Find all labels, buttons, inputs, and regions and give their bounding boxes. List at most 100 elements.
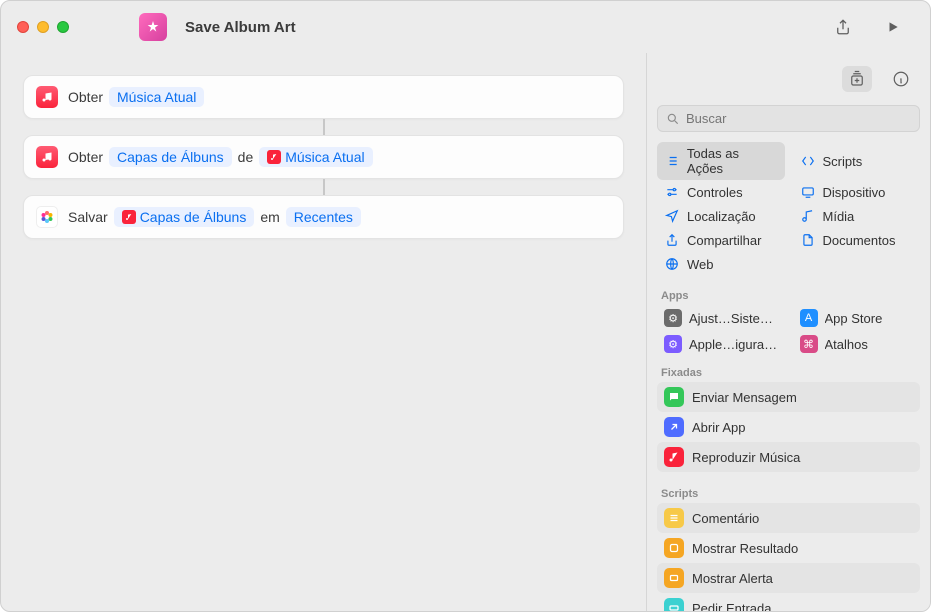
library-tab-button[interactable] <box>842 66 872 92</box>
connector <box>323 179 325 195</box>
titlebar: Save Album Art <box>1 1 930 53</box>
action-token[interactable]: Música Atual <box>259 147 372 167</box>
action-mid: de <box>238 149 254 165</box>
action-block[interactable]: Salvar Capas de Álbuns em Recentes <box>23 195 624 239</box>
category-device[interactable]: Dispositivo <box>793 180 921 204</box>
category-label: Web <box>687 257 714 272</box>
workflow-canvas[interactable]: Obter Música Atual Obter Capas de Álbuns… <box>1 53 646 611</box>
category-location[interactable]: Localização <box>657 204 785 228</box>
action-verb: Salvar <box>68 209 108 225</box>
app-label: Apple…igurator <box>689 337 778 352</box>
shortcut-app-icon <box>139 13 167 41</box>
scripts-list: Comentário Mostrar Resultado Mostrar Ale… <box>647 503 930 611</box>
library-scroll[interactable]: Todas as Ações Scripts Controles Disposi… <box>647 142 930 611</box>
comment-icon <box>664 508 684 528</box>
script-label: Comentário <box>692 511 759 526</box>
app-icon: ⚙ <box>664 309 682 327</box>
category-label: Todas as Ações <box>687 146 778 176</box>
device-icon <box>800 184 816 200</box>
action-token[interactable]: Música Atual <box>109 87 204 107</box>
action-token[interactable]: Capas de Álbuns <box>109 147 232 167</box>
pinned-item[interactable]: Reproduzir Música <box>657 442 920 472</box>
script-label: Mostrar Resultado <box>692 541 798 556</box>
action-token[interactable]: Recentes <box>286 207 361 227</box>
music-icon <box>664 447 684 467</box>
action-verb: Obter <box>68 149 103 165</box>
categories-grid: Todas as Ações Scripts Controles Disposi… <box>647 142 930 284</box>
pinned-item[interactable]: Abrir App <box>657 412 920 442</box>
alert-icon <box>664 568 684 588</box>
category-label: Localização <box>687 209 756 224</box>
apps-section-header: Apps <box>647 284 930 305</box>
fullscreen-window-button[interactable] <box>57 21 69 33</box>
app-icon: ⌘ <box>800 335 818 353</box>
location-icon <box>664 208 680 224</box>
run-button[interactable] <box>878 14 908 40</box>
action-block[interactable]: Obter Música Atual <box>23 75 624 119</box>
list-icon <box>664 153 680 169</box>
app-item[interactable]: ⚙ Ajust…Sistema <box>657 305 785 331</box>
category-scripts[interactable]: Scripts <box>793 142 921 180</box>
action-block[interactable]: Obter Capas de Álbuns de Música Atual <box>23 135 624 179</box>
window-title: Save Album Art <box>185 19 296 36</box>
photos-icon <box>36 206 58 228</box>
action-token[interactable]: Capas de Álbuns <box>114 207 255 227</box>
script-item[interactable]: Pedir Entrada <box>657 593 920 611</box>
toolbar-right <box>828 14 914 40</box>
share-icon <box>664 232 680 248</box>
pinned-label: Enviar Mensagem <box>692 390 797 405</box>
script-icon <box>800 153 816 169</box>
pinned-label: Abrir App <box>692 420 745 435</box>
category-share[interactable]: Compartilhar <box>657 228 785 252</box>
info-tab-button[interactable] <box>886 66 916 92</box>
category-media[interactable]: Mídia <box>793 204 921 228</box>
result-icon <box>664 538 684 558</box>
message-icon <box>664 387 684 407</box>
pinned-list: Enviar Mensagem Abrir App Reproduzir Mús… <box>647 382 930 472</box>
app-item[interactable]: ⌘ Atalhos <box>793 331 921 357</box>
app-icon: A <box>800 309 818 327</box>
category-all-actions[interactable]: Todas as Ações <box>657 142 785 180</box>
category-web[interactable]: Web <box>657 252 785 276</box>
category-label: Mídia <box>823 209 855 224</box>
category-label: Scripts <box>823 154 863 169</box>
music-icon <box>36 86 58 108</box>
category-controls[interactable]: Controles <box>657 180 785 204</box>
app-icon: ⚙ <box>664 335 682 353</box>
input-icon <box>664 598 684 611</box>
close-window-button[interactable] <box>17 21 29 33</box>
script-item[interactable]: Comentário <box>657 503 920 533</box>
minimize-window-button[interactable] <box>37 21 49 33</box>
search-field[interactable] <box>657 105 920 132</box>
pinned-item[interactable]: Enviar Mensagem <box>657 382 920 412</box>
search-input[interactable] <box>686 111 911 126</box>
app-item[interactable]: A App Store <box>793 305 921 331</box>
document-icon <box>800 232 816 248</box>
scripts-section-header: Scripts <box>647 482 930 503</box>
app-item[interactable]: ⚙ Apple…igurator <box>657 331 785 357</box>
script-item[interactable]: Mostrar Alerta <box>657 563 920 593</box>
app-label: Ajust…Sistema <box>689 311 778 326</box>
media-icon <box>800 208 816 224</box>
pinned-label: Reproduzir Música <box>692 450 800 465</box>
action-mid: em <box>260 209 279 225</box>
window-body: Obter Música Atual Obter Capas de Álbuns… <box>1 53 930 611</box>
app-label: App Store <box>825 311 883 326</box>
music-icon <box>36 146 58 168</box>
controls-icon <box>664 184 680 200</box>
script-label: Pedir Entrada <box>692 601 772 612</box>
music-mini-icon <box>267 150 281 164</box>
apps-grid: ⚙ Ajust…Sistema A App Store ⚙ Apple…igurato… <box>647 305 930 361</box>
app-window: Save Album Art Obter Música Atual <box>0 0 931 612</box>
music-mini-icon <box>122 210 136 224</box>
connector <box>323 119 325 135</box>
category-label: Dispositivo <box>823 185 886 200</box>
traffic-lights <box>17 21 69 33</box>
category-label: Compartilhar <box>687 233 761 248</box>
category-documents[interactable]: Documentos <box>793 228 921 252</box>
share-button[interactable] <box>828 14 858 40</box>
app-label: Atalhos <box>825 337 868 352</box>
script-item[interactable]: Mostrar Resultado <box>657 533 920 563</box>
pinned-section-header: Fixadas <box>647 361 930 382</box>
web-icon <box>664 256 680 272</box>
